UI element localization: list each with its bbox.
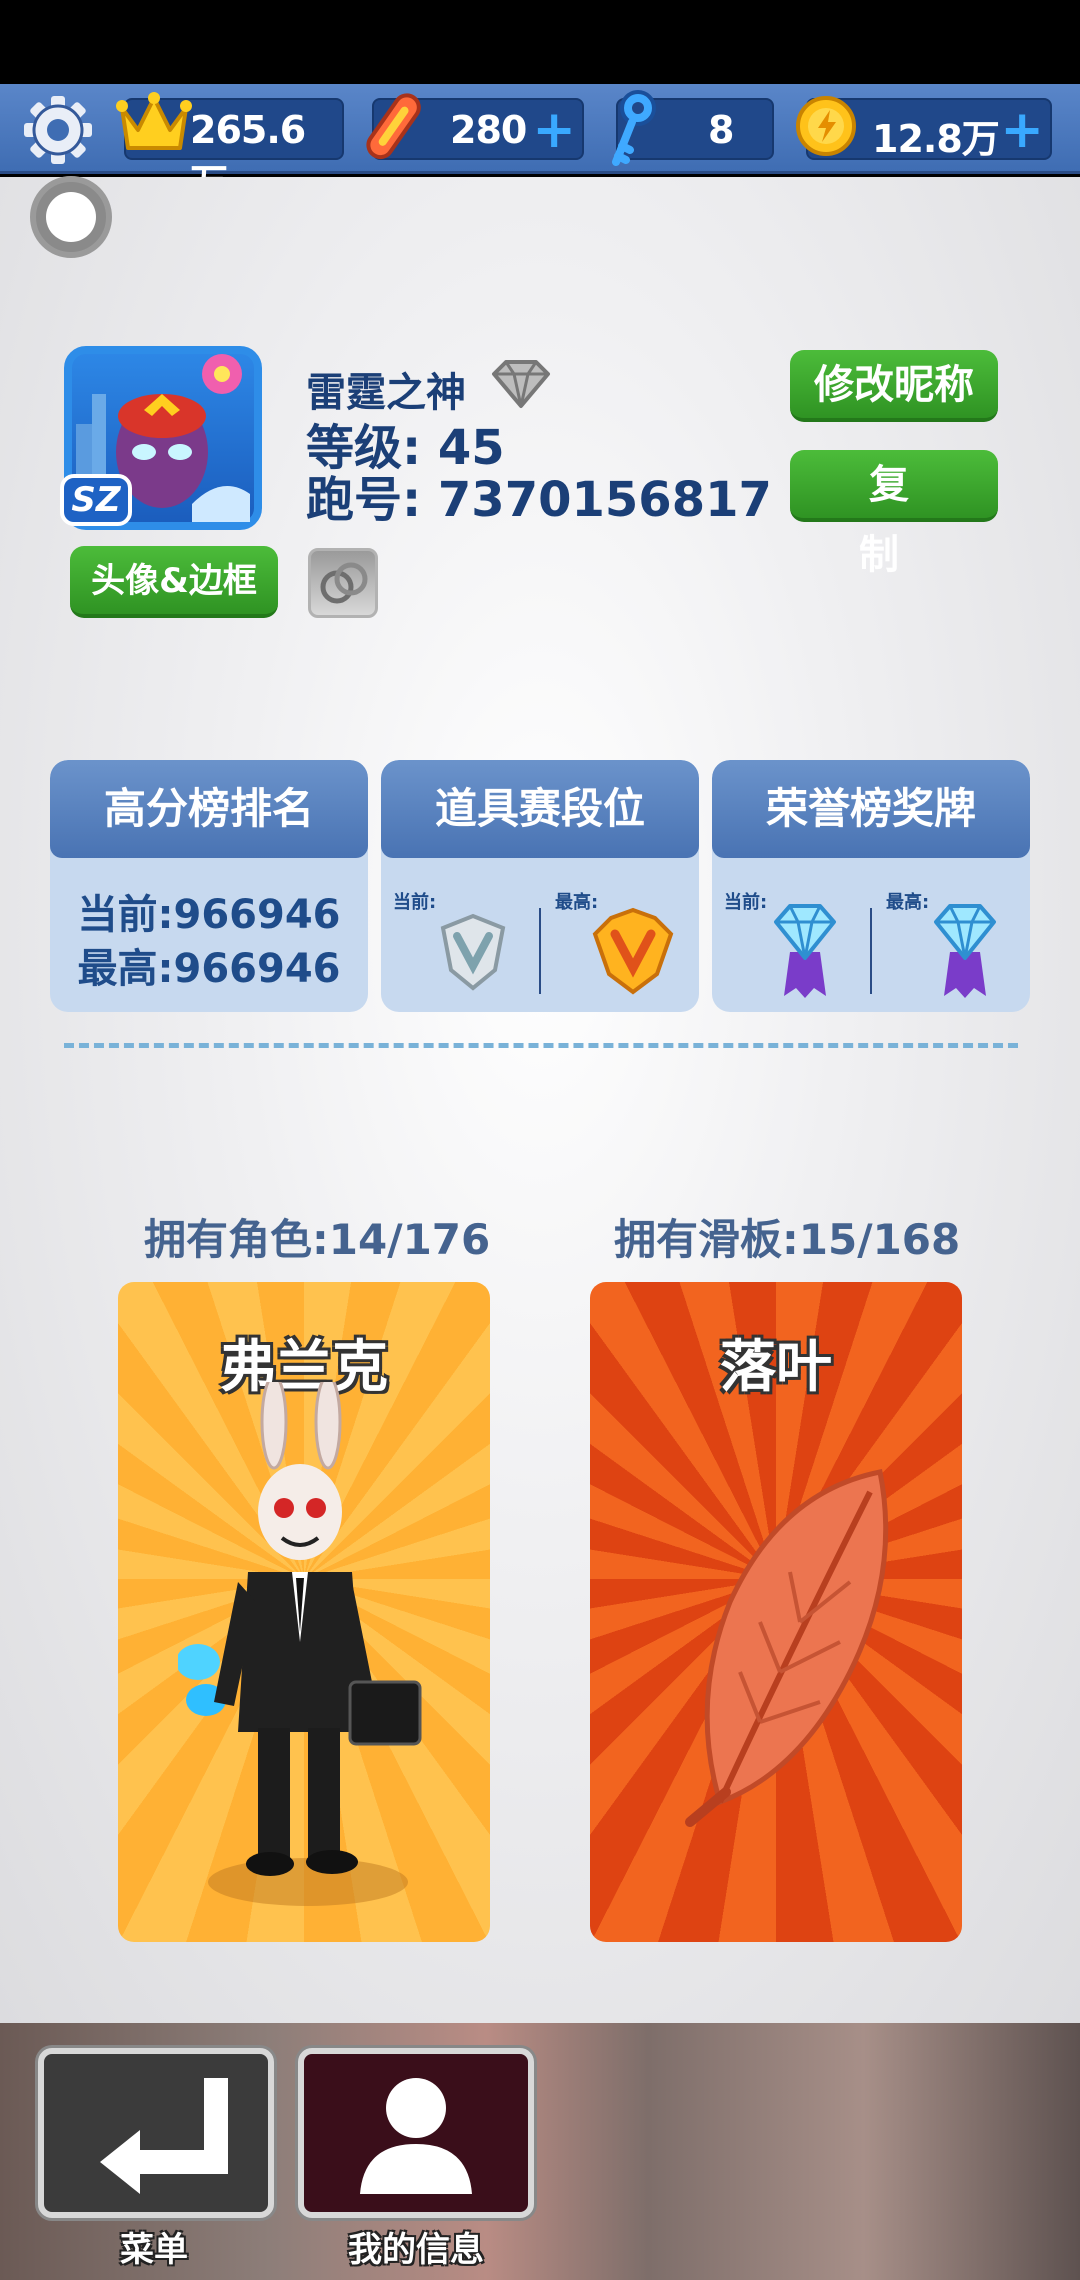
owned-boards-label: 拥有滑板:15/168	[614, 1215, 961, 1264]
plus-icon[interactable]: +	[532, 104, 576, 156]
menu-label: 菜单	[120, 2230, 188, 2270]
resource-bar: 265.6万 280 + 8 12.8万 +	[0, 84, 1080, 205]
status-strip	[0, 0, 1080, 84]
owned-characters-label: 拥有角色:14/176	[144, 1215, 491, 1264]
board-name: 落叶	[720, 1335, 832, 1400]
settings-gear-icon[interactable]	[20, 92, 96, 168]
key-value: 8	[708, 108, 734, 152]
rename-button[interactable]: 修改昵称	[790, 350, 998, 422]
menu-button[interactable]	[38, 2048, 274, 2218]
hoverboard-value: 280	[450, 108, 527, 152]
item-race-title: 道具赛段位	[381, 760, 699, 858]
record-indicator-icon[interactable]	[30, 176, 112, 258]
character-card[interactable]: 弗兰克	[118, 1282, 490, 1942]
section-divider	[64, 1043, 1018, 1048]
card-divider	[539, 908, 541, 994]
leaderboard-current: 当前:966946	[77, 892, 341, 938]
honor-best-label: 最高:	[886, 892, 930, 913]
my-info-button[interactable]	[298, 2048, 534, 2218]
board-card[interactable]: 落叶	[590, 1282, 962, 1942]
avatar[interactable]: SZ	[60, 346, 262, 530]
character-figure-icon	[178, 1382, 422, 1906]
leaderboard-card[interactable]: 高分榜排名 当前:966946 最高:966946	[50, 760, 368, 1012]
key-icon	[612, 90, 656, 166]
user-silhouette-icon	[360, 2078, 472, 2194]
honor-title: 荣誉榜奖牌	[712, 760, 1030, 858]
silver-v-badge-icon	[440, 913, 506, 991]
gold-v-badge-icon	[592, 907, 674, 995]
leaderboard-title: 高分榜排名	[50, 760, 368, 858]
diamond-rank-icon	[492, 360, 550, 408]
diamond-medal-icon	[774, 904, 836, 998]
diamond-medal-icon	[934, 904, 996, 998]
avatar-frame-button[interactable]: 头像&边框	[70, 546, 278, 618]
coin-icon	[796, 96, 856, 156]
plus-icon[interactable]: +	[1000, 104, 1044, 156]
leaderboard-best: 最高:966946	[77, 946, 341, 992]
honor-current-label: 当前:	[724, 892, 768, 913]
ring-badge[interactable]	[308, 548, 378, 618]
card-divider	[870, 908, 872, 994]
return-arrow-icon	[100, 2078, 228, 2194]
item-race-card[interactable]: 道具赛段位 当前: 最高:	[381, 760, 699, 1012]
avatar-badge: SZ	[60, 474, 132, 526]
hoverboard-icon	[366, 93, 421, 160]
item-race-current-label: 当前:	[393, 892, 437, 913]
leaf-board-icon	[685, 1469, 889, 1827]
rings-icon	[320, 562, 368, 604]
player-id: 跑号: 7370156817	[306, 472, 772, 528]
copy-button[interactable]: 复 制	[790, 450, 998, 578]
crown-icon	[116, 92, 192, 150]
honor-card[interactable]: 荣誉榜奖牌 当前: 最高:	[712, 760, 1030, 1012]
coin-value: 12.8万	[872, 117, 1000, 161]
my-info-label: 我的信息	[348, 2230, 484, 2270]
